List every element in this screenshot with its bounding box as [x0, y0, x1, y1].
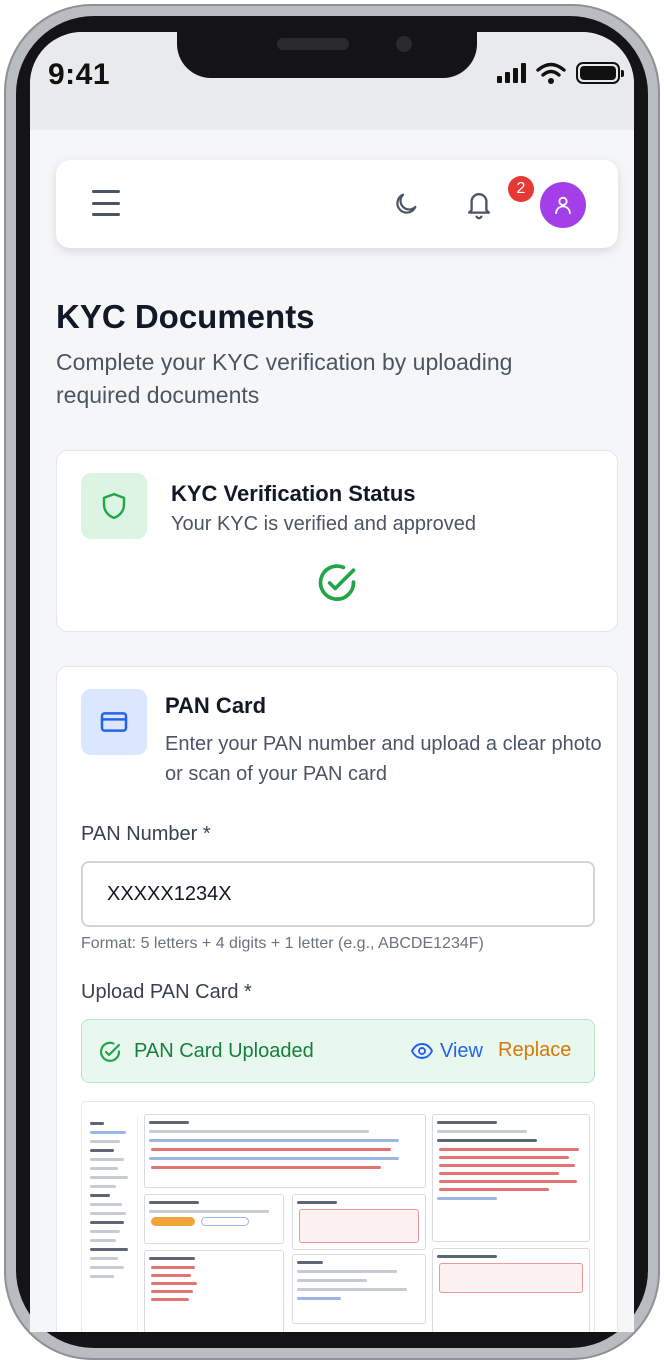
status-bar: 9:41 — [30, 32, 634, 130]
credit-card-icon — [100, 712, 128, 732]
user-icon — [555, 196, 571, 215]
preview-resources-panel — [144, 1114, 426, 1188]
kyc-status-description: Your KYC is verified and approved — [171, 513, 476, 535]
upload-status-banner: PAN Card Uploaded View Replace — [81, 1019, 595, 1083]
shield-icon — [102, 492, 126, 520]
battery-level — [580, 66, 616, 80]
cellular-signal-icon — [497, 63, 526, 83]
moon-icon[interactable] — [392, 190, 420, 218]
phone-screen: 9:41 2 KYC Documents Complete your KYC v… — [30, 32, 634, 1332]
page-title: KYC Documents — [56, 298, 315, 335]
pan-card-description: Enter your PAN number and upload a clear… — [165, 733, 602, 785]
front-camera — [396, 36, 412, 52]
eye-icon — [410, 1043, 434, 1059]
preview-service-panel — [292, 1194, 426, 1250]
preview-account-panel — [432, 1248, 590, 1332]
preview-sidebar — [86, 1116, 138, 1332]
kyc-status-card: KYC Verification Status Your KYC is veri… — [56, 450, 618, 632]
pan-card-preview-image[interactable] — [81, 1101, 595, 1332]
replace-document-link[interactable]: Replace — [498, 1039, 571, 1062]
upload-status-text: PAN Card Uploaded — [134, 1040, 314, 1062]
notch-speaker — [277, 38, 349, 50]
pan-number-input[interactable] — [81, 861, 595, 927]
bell-icon[interactable] — [464, 188, 494, 220]
check-circle-icon — [99, 1041, 121, 1062]
pan-card-icon-box — [81, 689, 147, 755]
view-document-link[interactable]: View — [410, 1039, 483, 1063]
preview-zones-panel — [292, 1254, 426, 1324]
status-time: 9:41 — [48, 58, 111, 91]
hamburger-menu-icon[interactable] — [92, 190, 120, 216]
app-header: 2 — [56, 160, 618, 248]
kyc-status-title: KYC Verification Status — [171, 481, 416, 506]
notch — [177, 32, 477, 78]
pan-number-label: PAN Number * — [81, 823, 211, 845]
avatar[interactable] — [540, 182, 586, 228]
upload-pan-label: Upload PAN Card * — [81, 981, 252, 1003]
check-circle-icon — [318, 564, 356, 601]
pan-card-section: PAN Card Enter your PAN number and uploa… — [56, 666, 618, 1332]
kyc-status-icon-box — [81, 473, 147, 539]
preview-free-tier-panel — [432, 1114, 590, 1242]
notification-badge: 2 — [508, 176, 534, 202]
wifi-icon — [536, 62, 566, 84]
preview-launch-panel — [144, 1194, 284, 1244]
pan-card-title: PAN Card — [165, 693, 267, 718]
status-icons — [497, 62, 624, 84]
page-subtitle: Complete your KYC verification by upload… — [56, 349, 513, 408]
view-label: View — [440, 1039, 483, 1062]
preview-alarms-panel — [144, 1250, 284, 1332]
pan-format-hint: Format: 5 letters + 4 digits + 1 letter … — [81, 935, 484, 952]
battery-icon — [576, 62, 624, 84]
